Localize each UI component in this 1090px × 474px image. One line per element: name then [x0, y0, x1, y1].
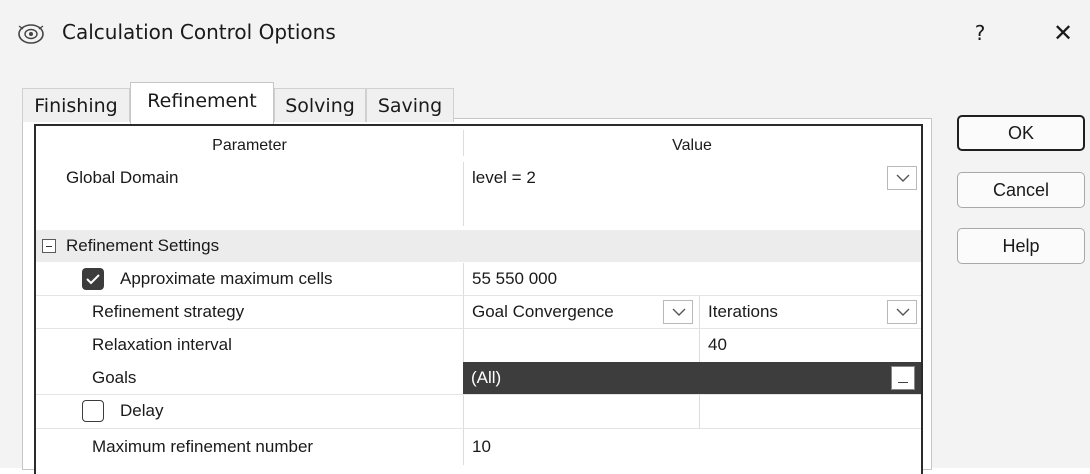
close-icon[interactable]: ✕	[1048, 18, 1078, 48]
refinement-strategy-label: Refinement strategy	[92, 302, 245, 321]
delay-row[interactable]: Delay	[36, 395, 921, 427]
grid-rowline	[36, 428, 921, 429]
help-button[interactable]: Help	[957, 228, 1085, 264]
app-settings-icon	[18, 24, 44, 44]
strategy-dropdown[interactable]	[663, 300, 693, 324]
title-bar: Calculation Control Options ? ✕	[0, 0, 1090, 72]
cancel-button[interactable]: Cancel	[957, 172, 1085, 208]
grid-divider	[463, 263, 464, 362]
relaxation-interval-value[interactable]: 40	[708, 329, 727, 361]
grid-divider	[463, 395, 464, 465]
collapse-minus-icon[interactable]	[42, 239, 56, 253]
help-question-icon[interactable]: ?	[968, 18, 992, 48]
grid-divider	[463, 162, 464, 226]
chevron-down-icon	[672, 308, 686, 316]
global-domain-dropdown[interactable]	[887, 166, 917, 190]
approx-cells-label: Approximate maximum cells	[120, 269, 333, 288]
ok-button[interactable]: OK	[957, 115, 1085, 151]
dialog-title: Calculation Control Options	[62, 20, 336, 44]
max-refinement-row[interactable]: Maximum refinement number 10	[36, 431, 921, 463]
relaxation-interval-row[interactable]: Relaxation interval 40	[36, 329, 921, 361]
calculation-control-options-dialog: Calculation Control Options ? ✕ Finishin…	[0, 0, 1090, 474]
goals-value[interactable]: (All)	[463, 362, 921, 394]
delay-label: Delay	[120, 401, 164, 420]
tab-refinement[interactable]: Refinement	[130, 82, 274, 124]
tab-finishing[interactable]: Finishing	[22, 88, 130, 122]
goals-row[interactable]: Goals (All)	[36, 362, 921, 394]
grid-rowline	[36, 295, 921, 296]
max-refinement-value[interactable]: 10	[472, 431, 491, 463]
grid-rowline	[36, 328, 921, 329]
strategy-mode-dropdown[interactable]	[887, 300, 917, 324]
header-divider	[463, 130, 464, 156]
refinement-strategy-row[interactable]: Refinement strategy Goal Convergence Ite…	[36, 296, 921, 328]
approx-cells-value[interactable]: 55 550 000	[472, 263, 557, 295]
grid-divider	[699, 296, 700, 362]
grid-header-row: Parameter Value	[36, 130, 921, 162]
tab-solving[interactable]: Solving	[274, 88, 366, 122]
chevron-down-icon	[896, 174, 910, 182]
tab-saving[interactable]: Saving	[366, 88, 454, 122]
max-refinement-label: Maximum refinement number	[92, 437, 314, 456]
goals-value-text: (All)	[471, 368, 502, 387]
parameter-grid: Parameter Value Global Domain level = 2 …	[34, 124, 923, 474]
chevron-down-icon	[896, 308, 910, 316]
value-column-header: Value	[672, 137, 712, 154]
refinement-strategy-value[interactable]: Goal Convergence	[472, 296, 614, 328]
grid-divider	[699, 395, 700, 428]
goals-label: Goals	[92, 368, 137, 387]
approx-cells-checkbox[interactable]	[82, 268, 104, 290]
delay-checkbox[interactable]	[82, 400, 104, 422]
global-domain-value[interactable]: level = 2	[472, 162, 536, 194]
strategy-mode-value[interactable]: Iterations	[708, 296, 778, 328]
relaxation-interval-label: Relaxation interval	[92, 335, 232, 354]
grid-rowline	[36, 394, 921, 395]
refinement-settings-section[interactable]: Refinement Settings	[36, 230, 921, 262]
goals-browse-button[interactable]	[891, 366, 915, 390]
parameter-column-header: Parameter	[212, 137, 287, 154]
section-label: Refinement Settings	[66, 236, 220, 255]
global-domain-row[interactable]: Global Domain level = 2	[36, 162, 921, 194]
approx-cells-row[interactable]: Approximate maximum cells 55 550 000	[36, 263, 921, 295]
checkmark-icon	[86, 274, 100, 285]
global-domain-label: Global Domain	[66, 168, 179, 187]
